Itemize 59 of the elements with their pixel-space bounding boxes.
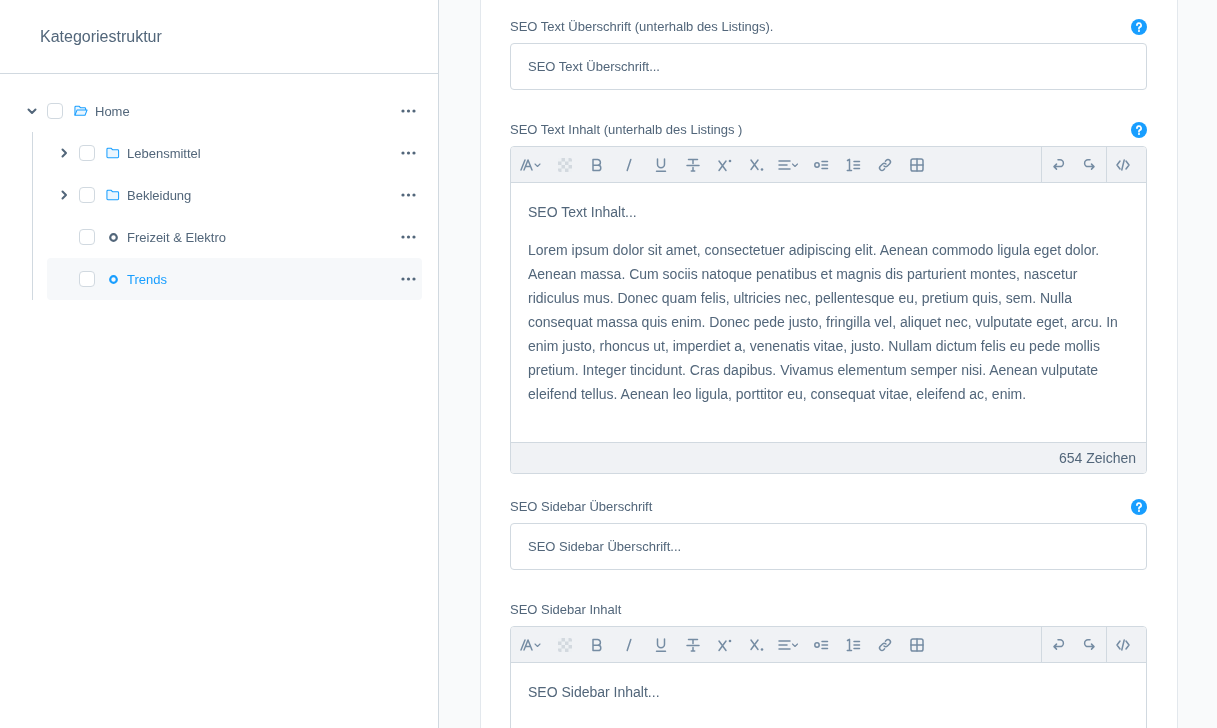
table-icon[interactable] [909, 636, 925, 653]
checkbox[interactable] [79, 271, 95, 287]
more-icon[interactable] [401, 277, 416, 281]
numbered-list-icon[interactable] [845, 156, 861, 173]
tree-item[interactable]: Bekleidung [47, 174, 422, 216]
folder-icon [106, 189, 120, 201]
more-icon[interactable] [401, 235, 416, 239]
rich-text-editor[interactable] [510, 146, 1147, 474]
undo-icon[interactable] [1050, 636, 1066, 653]
editor-paragraph: SEO Text Inhalt... [528, 203, 638, 222]
tree-item[interactable]: Freizeit & Elektro [47, 216, 422, 258]
table-icon[interactable] [909, 156, 925, 173]
code-icon[interactable] [1115, 636, 1131, 653]
field-label: SEO Sidebar Überschrift [510, 499, 653, 514]
strikethrough-icon[interactable] [685, 636, 701, 653]
help-icon[interactable] [1131, 498, 1147, 515]
text-input[interactable]: SEO Text Überschrift... [510, 43, 1147, 90]
ring-icon [108, 232, 118, 242]
link-icon[interactable] [877, 636, 893, 653]
checkbox[interactable] [79, 229, 95, 245]
redo-icon[interactable] [1082, 156, 1098, 173]
underline-icon[interactable] [653, 156, 669, 173]
field-label: SEO Text Inhalt (unterhalb des Listings ) [510, 122, 743, 137]
more-icon[interactable] [401, 109, 416, 113]
editor-content[interactable]: SEO Sidebar Inhalt... [511, 663, 1146, 728]
editor-paragraph: Lorem ipsum dolor sit amet, consectetuer adipiscing elit. Aenean commodo ligula eget dolor. Aenean massa. Cum sociis natoque penatibus et magnis dis parturient montes, nascetur ridiculus mus. Donec quam felis, ultricies nec, pellentesque eu, pretium quis, sem. Nulla consequat massa quis enim. Donec pede justo, fringilla vel, aliquet nec, vulputate eget, arcu. In enim justo, rhoncus ut, imperdiet a, venenatis vitae, justo. Nullam dictum felis eu pede mollis pretium. Integer tincidunt. Cras dapibus. Vivamus elementum semper nisi. Aenean vulputate eleifend tellus. Aenean leo ligula, porttitor eu, consequat vitae, eleifend ac, enim. [528, 241, 1119, 404]
redo-icon[interactable] [1082, 636, 1098, 653]
subscript-icon[interactable] [749, 156, 765, 173]
help-icon[interactable] [1131, 121, 1147, 138]
chevron-right-icon[interactable] [60, 190, 68, 200]
numbered-list-icon[interactable] [845, 636, 861, 653]
undo-icon[interactable] [1050, 156, 1066, 173]
field-label: SEO Text Überschrift (unterhalb des Listings). [510, 19, 774, 34]
strikethrough-icon[interactable] [685, 156, 701, 173]
rich-text-editor[interactable]: SEO Sidebar Inhalt... [510, 626, 1147, 728]
open-folder-icon [74, 105, 88, 117]
underline-icon[interactable] [653, 636, 669, 653]
chevron-down-icon[interactable] [27, 107, 37, 115]
character-count: 654 Zeichen [1058, 450, 1136, 466]
text-input[interactable]: SEO Sidebar Überschrift... [510, 523, 1147, 570]
help-icon[interactable] [1131, 18, 1147, 35]
field-label: SEO Sidebar Inhalt [510, 602, 622, 617]
font-size-icon[interactable] [519, 156, 543, 173]
code-icon[interactable] [1115, 156, 1131, 173]
more-icon[interactable] [401, 193, 416, 197]
subscript-icon[interactable] [749, 636, 765, 653]
more-icon[interactable] [401, 151, 416, 155]
checkbox[interactable] [79, 145, 95, 161]
tree-item[interactable]: Lebensmittel [47, 132, 422, 174]
chevron-right-icon[interactable] [60, 148, 68, 158]
ring-icon [108, 274, 118, 284]
font-size-icon[interactable] [519, 636, 543, 653]
panel-title: Kategoriestruktur [40, 27, 162, 46]
tree-item[interactable]: Home [15, 90, 422, 132]
folder-icon [106, 147, 120, 159]
checkbox[interactable] [47, 103, 63, 119]
link-icon[interactable] [877, 156, 893, 173]
checkbox[interactable] [79, 187, 95, 203]
editor-paragraph: SEO Sidebar Inhalt... [528, 683, 661, 702]
